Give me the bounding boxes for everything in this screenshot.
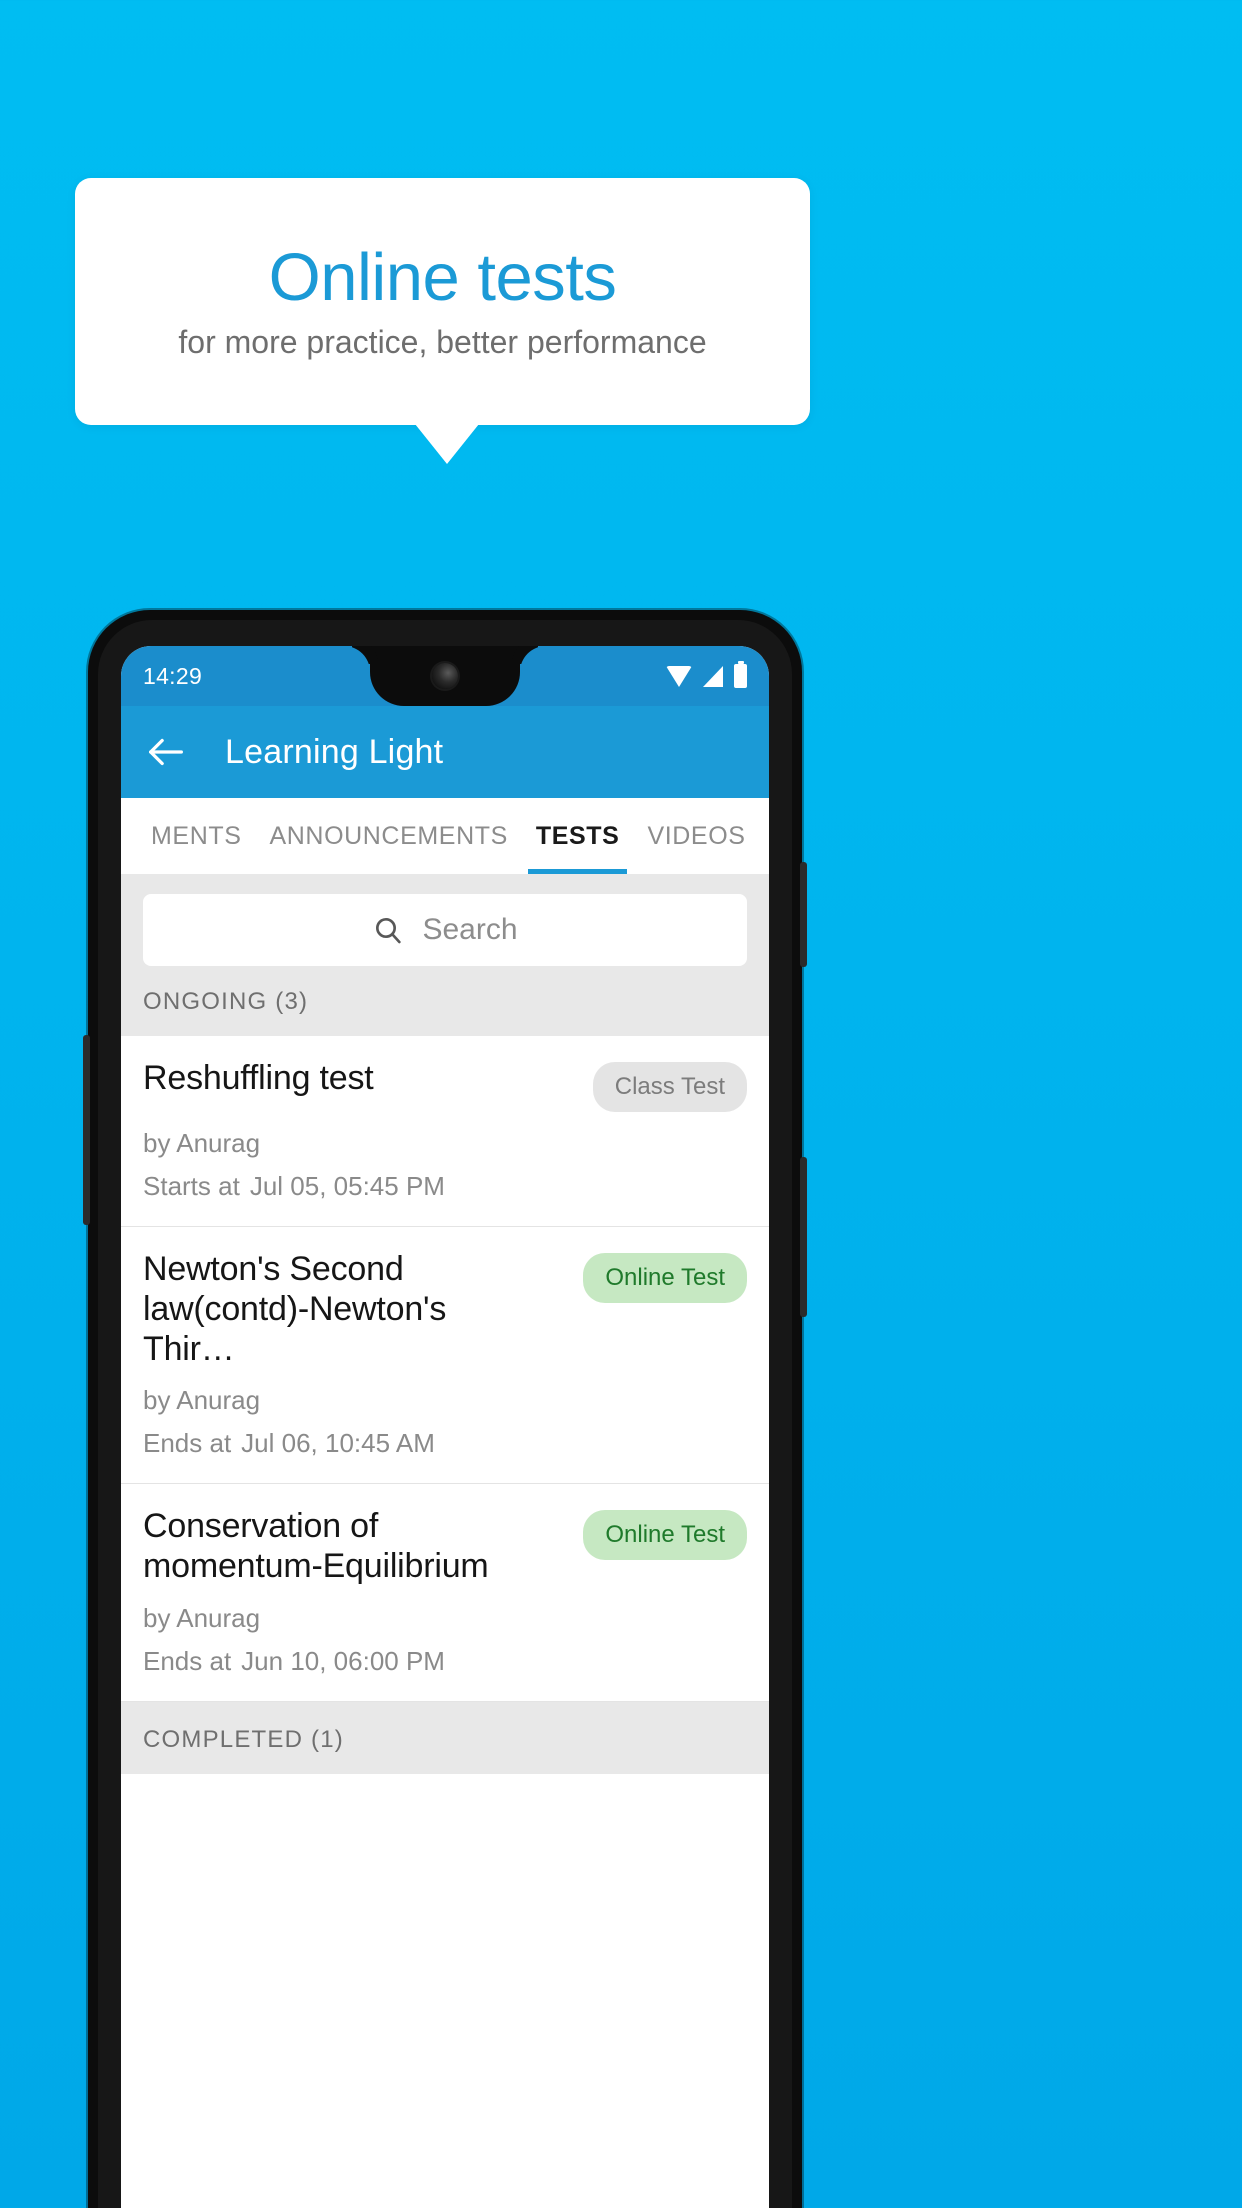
test-row: Conservation of momentum-Equilibrium Onl…	[143, 1506, 747, 1586]
test-schedule-value: Jun 10, 06:00 PM	[241, 1645, 445, 1676]
wifi-icon	[666, 665, 692, 687]
phone-volume-button[interactable]	[800, 1157, 807, 1317]
status-badge: Online Test	[583, 1253, 747, 1303]
status-badge: Online Test	[583, 1510, 747, 1561]
search-placeholder: Search	[422, 913, 518, 946]
test-schedule-label: Starts at	[143, 1171, 240, 1201]
test-schedule: Ends at Jun 10, 06:00 PM	[143, 1646, 747, 1677]
phone-left-button[interactable]	[83, 1035, 90, 1225]
test-author: by Anurag	[143, 1128, 261, 1158]
phone-power-button[interactable]	[800, 862, 807, 967]
test-schedule-value: Jul 05, 05:45 PM	[249, 1171, 445, 1201]
tab-announcements[interactable]: ANNOUNCEMENTS	[256, 798, 522, 874]
test-schedule: Ends at Jul 06, 10:45 AM	[143, 1428, 747, 1459]
list-item[interactable]: Reshuffling test Class Test by Anurag St…	[121, 1036, 769, 1227]
test-author: by Anurag	[143, 1602, 261, 1633]
battery-icon	[734, 661, 747, 688]
signal-icon	[703, 665, 723, 687]
test-schedule: Starts at Jul 05, 05:45 PM	[143, 1171, 747, 1202]
search-container: Search	[121, 874, 769, 988]
section-header-completed: COMPLETED (1)	[121, 1701, 769, 1774]
test-author: by Anurag	[143, 1385, 261, 1416]
test-title: Reshuffling test	[143, 1059, 374, 1097]
phone-mockup: 14:29 Learning Light MENTS ANNOUNCEMENTS…	[83, 610, 807, 2208]
test-schedule-value: Jul 06, 10:45 AM	[241, 1428, 435, 1459]
test-title: Conservation of momentum-Equilibrium	[143, 1507, 489, 1586]
test-row: Reshuffling test Class Test	[143, 1058, 747, 1112]
promo-subtitle: for more practice, better performance	[178, 324, 707, 361]
tab-tests[interactable]: TESTS	[522, 798, 634, 874]
search-input[interactable]: Search	[143, 894, 747, 966]
front-camera-icon	[432, 663, 458, 689]
page-title: Learning Light	[225, 732, 444, 771]
test-title: Newton's Second law(contd)-Newton's Thir…	[143, 1250, 447, 1369]
back-arrow-icon[interactable]	[143, 729, 189, 775]
test-row: Newton's Second law(contd)-Newton's Thir…	[143, 1249, 747, 1369]
phone-screen: 14:29 Learning Light MENTS ANNOUNCEMENTS…	[121, 646, 769, 2208]
tab-videos[interactable]: VIDEOS	[633, 798, 759, 874]
promo-title: Online tests	[268, 240, 617, 316]
test-schedule-label: Ends at	[143, 1428, 232, 1459]
promo-callout-tail	[415, 424, 479, 464]
section-header-ongoing: ONGOING (3)	[121, 988, 769, 1036]
list-item[interactable]: Newton's Second law(contd)-Newton's Thir…	[121, 1227, 769, 1485]
tab-ments[interactable]: MENTS	[137, 798, 256, 874]
tests-content: Search ONGOING (3) Reshuffling test Clas…	[121, 874, 769, 2208]
promo-callout-card: Online tests for more practice, better p…	[75, 178, 810, 425]
search-icon	[372, 914, 404, 946]
status-badge: Class Test	[592, 1062, 747, 1112]
status-bar-icons	[666, 661, 747, 688]
test-schedule-label: Ends at	[143, 1645, 232, 1676]
list-item[interactable]: Conservation of momentum-Equilibrium Onl…	[121, 1484, 769, 1702]
tab-bar: MENTS ANNOUNCEMENTS TESTS VIDEOS	[121, 798, 769, 874]
status-bar-time: 14:29	[143, 662, 203, 689]
phone-notch	[370, 646, 520, 706]
app-bar: Learning Light	[121, 706, 769, 798]
